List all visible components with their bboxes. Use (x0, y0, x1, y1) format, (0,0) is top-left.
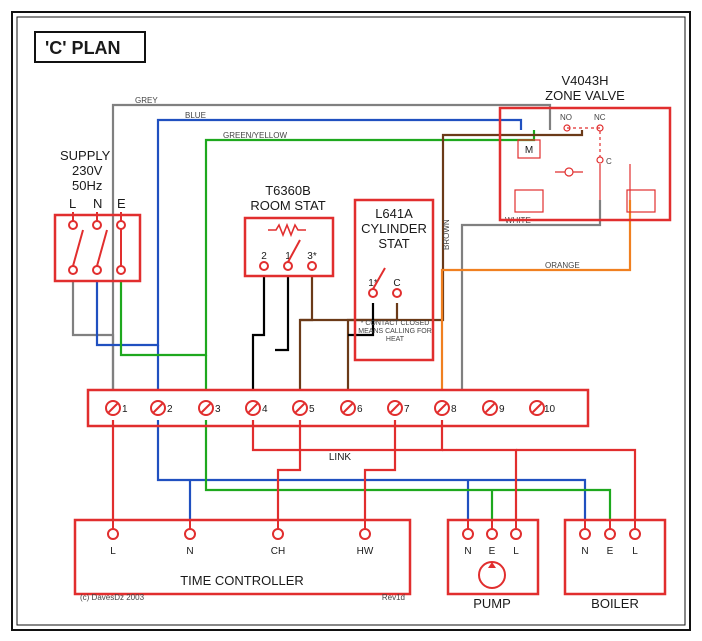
supply-e-label: E (117, 196, 126, 211)
supply-voltage: 230V (72, 163, 103, 178)
wire-label-brown: BROWN (442, 219, 451, 250)
zone-valve-label: ZONE VALVE (545, 88, 625, 103)
timectl-l: L (110, 546, 116, 557)
pump-n: N (464, 546, 471, 557)
boiler-n: N (581, 546, 588, 557)
terminal-5: 5 (309, 404, 315, 415)
timectl-hw: HW (357, 546, 374, 557)
pump-block: N E L PUMP (448, 520, 538, 611)
supply-block: SUPPLY 230V 50Hz L N E (55, 148, 140, 281)
supply-label: SUPPLY (60, 148, 111, 163)
wire-label-greenyellow: GREEN/YELLOW (223, 131, 287, 140)
terminal-3: 3 (215, 404, 221, 415)
cyl-stat-label: CYLINDER (361, 221, 427, 236)
terminal-8: 8 (451, 404, 457, 415)
link-label: LINK (329, 452, 352, 463)
zone-valve-m: M (525, 145, 533, 156)
terminal-4: 4 (262, 404, 268, 415)
room-stat-t2: 2 (261, 251, 267, 262)
boiler-l: L (632, 546, 638, 557)
terminal-2: 2 (167, 404, 173, 415)
pump-label: PUMP (473, 596, 511, 611)
boiler-e: E (607, 546, 614, 557)
cyl-stat-note: * CONTACT CLOSED MEANS CALLING FOR HEAT (358, 320, 432, 344)
zone-valve-c: C (606, 157, 612, 166)
zone-valve-block: V4043H ZONE VALVE M NO NC C (500, 73, 670, 220)
cyl-stat-tc: C (393, 278, 400, 289)
terminal-6: 6 (357, 404, 363, 415)
supply-freq: 50Hz (72, 178, 102, 193)
terminal-strip: 1 2 3 4 5 6 7 8 9 10 LINK (88, 390, 588, 463)
room-stat-label: ROOM STAT (250, 198, 325, 213)
cylinder-stat-block: L641A CYLINDER STAT 1* C * CONTACT CLOSE… (355, 200, 433, 360)
title-text: 'C' PLAN (45, 38, 121, 58)
cyl-stat-model: L641A (375, 206, 413, 221)
terminal-10: 10 (544, 404, 556, 415)
supply-n-label: N (93, 196, 102, 211)
boiler-label: BOILER (591, 596, 639, 611)
c-plan-diagram: 'C' PLAN GREY BLUE GREEN/YELLOW BROWN WH… (0, 0, 702, 641)
zone-valve-model: V4043H (562, 73, 609, 88)
zone-valve-nc: NC (594, 113, 606, 122)
time-controller-block: L N CH HW TIME CONTROLLER (c) DavesDz 20… (75, 520, 410, 602)
copyright-text: (c) DavesDz 2003 (80, 593, 145, 602)
wire-label-grey: GREY (135, 96, 158, 105)
cyl-stat-label2: STAT (378, 236, 409, 251)
terminal-9: 9 (499, 404, 505, 415)
room-stat-model: T6360B (265, 183, 311, 198)
timectl-n: N (186, 546, 193, 557)
room-stat-t3: 3* (307, 251, 317, 262)
room-stat-block: T6360B ROOM STAT 2 1 3* (245, 183, 333, 276)
pump-e: E (489, 546, 496, 557)
timectl-label: TIME CONTROLLER (180, 573, 304, 588)
supply-l-label: L (69, 196, 76, 211)
revision-text: Rev1d (382, 593, 405, 602)
wire-label-orange: ORANGE (545, 261, 580, 270)
pump-l: L (513, 546, 519, 557)
terminal-7: 7 (404, 404, 410, 415)
terminal-1: 1 (122, 404, 128, 415)
zone-valve-no: NO (560, 113, 572, 122)
timectl-ch: CH (271, 546, 285, 557)
boiler-block: N E L BOILER (565, 520, 665, 611)
wire-label-blue: BLUE (185, 111, 206, 120)
